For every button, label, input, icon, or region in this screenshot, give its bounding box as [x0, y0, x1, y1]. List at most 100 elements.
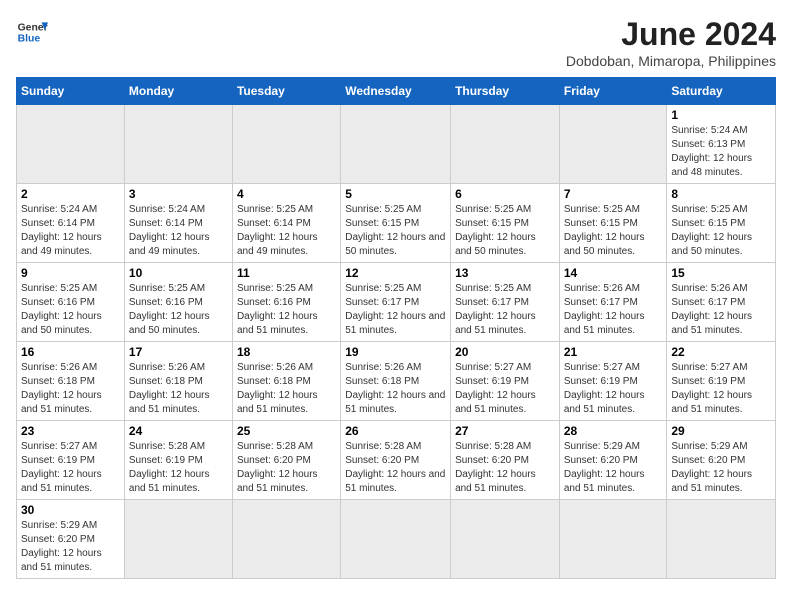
logo-icon: General Blue	[16, 16, 48, 48]
calendar-cell: 30Sunrise: 5:29 AM Sunset: 6:20 PM Dayli…	[17, 500, 125, 579]
day-number: 3	[129, 187, 228, 201]
day-number: 8	[671, 187, 771, 201]
day-info: Sunrise: 5:26 AM Sunset: 6:18 PM Dayligh…	[345, 361, 446, 417]
calendar-cell: 28 Sunrise: 5:29 AM Sunset: 6:20 PM Dayli…	[559, 421, 667, 500]
day-info: Sunrise: 5:28 AM Sunset: 6:19 PM Dayligh…	[129, 440, 228, 496]
calendar-cell: 17Sunrise: 5:26 AM Sunset: 6:18 PM Dayli…	[124, 342, 232, 421]
calendar-cell	[124, 105, 232, 184]
day-info: Sunrise: 5:25 AM Sunset: 6:15 PM Dayligh…	[564, 203, 663, 259]
day-number: 14	[564, 266, 663, 280]
calendar-cell: 3 Sunrise: 5:24 AM Sunset: 6:14 PM Daylig…	[124, 184, 232, 263]
day-info: Sunrise: 5:27 AM Sunset: 6:19 PM Dayligh…	[455, 361, 555, 417]
calendar-cell	[341, 105, 451, 184]
calendar-cell: 4 Sunrise: 5:25 AM Sunset: 6:14 PM Daylig…	[232, 184, 340, 263]
day-info: Sunrise: 5:25 AM Sunset: 6:15 PM Dayligh…	[455, 203, 555, 259]
calendar-cell: 22 Sunrise: 5:27 AM Sunset: 6:19 PM Dayli…	[667, 342, 776, 421]
day-info: Sunrise: 5:29 AM Sunset: 6:20 PM Dayligh…	[21, 519, 120, 575]
title-block: June 2024 Dobdoban, Mimaropa, Philippine…	[566, 16, 776, 69]
calendar-cell	[559, 105, 667, 184]
calendar-cell: 7Sunrise: 5:25 AM Sunset: 6:15 PM Daylig…	[559, 184, 667, 263]
day-number: 29	[671, 424, 771, 438]
calendar-cell: 9Sunrise: 5:25 AM Sunset: 6:16 PM Daylig…	[17, 263, 125, 342]
calendar-cell: 26 Sunrise: 5:28 AM Sunset: 6:20 PM Dayli…	[341, 421, 451, 500]
calendar-cell: 21 Sunrise: 5:27 AM Sunset: 6:19 PM Dayli…	[559, 342, 667, 421]
day-info: Sunrise: 5:25 AM Sunset: 6:16 PM Dayligh…	[237, 282, 336, 338]
calendar-cell	[124, 500, 232, 579]
calendar-cell: 12Sunrise: 5:25 AM Sunset: 6:17 PM Dayli…	[341, 263, 451, 342]
day-number: 9	[21, 266, 120, 280]
calendar-cell: 20Sunrise: 5:27 AM Sunset: 6:19 PM Dayli…	[451, 342, 560, 421]
day-number: 2	[21, 187, 120, 201]
calendar-cell: 18Sunrise: 5:26 AM Sunset: 6:18 PM Dayli…	[232, 342, 340, 421]
day-info: Sunrise: 5:27 AM Sunset: 6:19 PM Dayligh…	[21, 440, 120, 496]
calendar-cell: 15 Sunrise: 5:26 AM Sunset: 6:17 PM Dayli…	[667, 263, 776, 342]
day-number: 5	[345, 187, 446, 201]
day-number: 25	[237, 424, 336, 438]
calendar-week-6: 30Sunrise: 5:29 AM Sunset: 6:20 PM Dayli…	[17, 500, 776, 579]
day-number: 10	[129, 266, 228, 280]
day-info: Sunrise: 5:27 AM Sunset: 6:19 PM Dayligh…	[564, 361, 663, 417]
calendar-cell	[451, 500, 560, 579]
calendar-cell	[559, 500, 667, 579]
day-number: 28	[564, 424, 663, 438]
calendar-cell	[232, 500, 340, 579]
column-header-thursday: Thursday	[451, 78, 560, 105]
day-number: 21	[564, 345, 663, 359]
day-info: Sunrise: 5:25 AM Sunset: 6:15 PM Dayligh…	[345, 203, 446, 259]
day-info: Sunrise: 5:26 AM Sunset: 6:18 PM Dayligh…	[129, 361, 228, 417]
day-info: Sunrise: 5:24 AM Sunset: 6:14 PM Dayligh…	[129, 203, 228, 259]
calendar-cell: 27Sunrise: 5:28 AM Sunset: 6:20 PM Dayli…	[451, 421, 560, 500]
calendar-cell: 10 Sunrise: 5:25 AM Sunset: 6:16 PM Dayli…	[124, 263, 232, 342]
calendar-body: 1Sunrise: 5:24 AM Sunset: 6:13 PM Daylig…	[17, 105, 776, 579]
calendar-cell: 1Sunrise: 5:24 AM Sunset: 6:13 PM Daylig…	[667, 105, 776, 184]
svg-text:Blue: Blue	[18, 34, 41, 45]
calendar-week-4: 16 Sunrise: 5:26 AM Sunset: 6:18 PM Dayli…	[17, 342, 776, 421]
column-header-saturday: Saturday	[667, 78, 776, 105]
day-info: Sunrise: 5:25 AM Sunset: 6:16 PM Dayligh…	[129, 282, 228, 338]
calendar-subtitle: Dobdoban, Mimaropa, Philippines	[566, 53, 776, 69]
day-number: 16	[21, 345, 120, 359]
day-info: Sunrise: 5:26 AM Sunset: 6:17 PM Dayligh…	[671, 282, 771, 338]
day-number: 11	[237, 266, 336, 280]
day-number: 26	[345, 424, 446, 438]
calendar-cell	[451, 105, 560, 184]
calendar-week-5: 23 Sunrise: 5:27 AM Sunset: 6:19 PM Dayli…	[17, 421, 776, 500]
day-info: Sunrise: 5:25 AM Sunset: 6:17 PM Dayligh…	[455, 282, 555, 338]
calendar-cell: 6 Sunrise: 5:25 AM Sunset: 6:15 PM Daylig…	[451, 184, 560, 263]
day-number: 4	[237, 187, 336, 201]
day-number: 23	[21, 424, 120, 438]
calendar-cell: 24Sunrise: 5:28 AM Sunset: 6:19 PM Dayli…	[124, 421, 232, 500]
calendar-cell: 29Sunrise: 5:29 AM Sunset: 6:20 PM Dayli…	[667, 421, 776, 500]
day-info: Sunrise: 5:24 AM Sunset: 6:14 PM Dayligh…	[21, 203, 120, 259]
calendar-cell: 8Sunrise: 5:25 AM Sunset: 6:15 PM Daylig…	[667, 184, 776, 263]
day-number: 13	[455, 266, 555, 280]
calendar-header-row: SundayMondayTuesdayWednesdayThursdayFrid…	[17, 78, 776, 105]
calendar-cell: 14Sunrise: 5:26 AM Sunset: 6:17 PM Dayli…	[559, 263, 667, 342]
day-number: 6	[455, 187, 555, 201]
calendar-week-2: 2 Sunrise: 5:24 AM Sunset: 6:14 PM Daylig…	[17, 184, 776, 263]
column-header-tuesday: Tuesday	[232, 78, 340, 105]
calendar-table: SundayMondayTuesdayWednesdayThursdayFrid…	[16, 77, 776, 579]
calendar-cell: 5 Sunrise: 5:25 AM Sunset: 6:15 PM Daylig…	[341, 184, 451, 263]
day-number: 15	[671, 266, 771, 280]
page-header: General Blue June 2024 Dobdoban, Mimarop…	[16, 16, 776, 69]
calendar-cell: 23 Sunrise: 5:27 AM Sunset: 6:19 PM Dayli…	[17, 421, 125, 500]
day-info: Sunrise: 5:29 AM Sunset: 6:20 PM Dayligh…	[564, 440, 663, 496]
day-info: Sunrise: 5:24 AM Sunset: 6:13 PM Dayligh…	[671, 124, 771, 180]
day-number: 19	[345, 345, 446, 359]
day-info: Sunrise: 5:28 AM Sunset: 6:20 PM Dayligh…	[345, 440, 446, 496]
calendar-week-3: 9 Sunrise: 5:25 AM Sunset: 6:16 PM Daylig…	[17, 263, 776, 342]
day-info: Sunrise: 5:28 AM Sunset: 6:20 PM Dayligh…	[455, 440, 555, 496]
day-number: 22	[671, 345, 771, 359]
calendar-title: June 2024	[566, 16, 776, 53]
day-info: Sunrise: 5:27 AM Sunset: 6:19 PM Dayligh…	[671, 361, 771, 417]
day-info: Sunrise: 5:26 AM Sunset: 6:18 PM Dayligh…	[237, 361, 336, 417]
calendar-cell	[17, 105, 125, 184]
day-info: Sunrise: 5:28 AM Sunset: 6:20 PM Dayligh…	[237, 440, 336, 496]
column-header-friday: Friday	[559, 78, 667, 105]
day-info: Sunrise: 5:25 AM Sunset: 6:14 PM Dayligh…	[237, 203, 336, 259]
day-info: Sunrise: 5:26 AM Sunset: 6:18 PM Dayligh…	[21, 361, 120, 417]
calendar-cell: 19 Sunrise: 5:26 AM Sunset: 6:18 PM Dayli…	[341, 342, 451, 421]
calendar-cell: 13 Sunrise: 5:25 AM Sunset: 6:17 PM Dayli…	[451, 263, 560, 342]
day-number: 12	[345, 266, 446, 280]
